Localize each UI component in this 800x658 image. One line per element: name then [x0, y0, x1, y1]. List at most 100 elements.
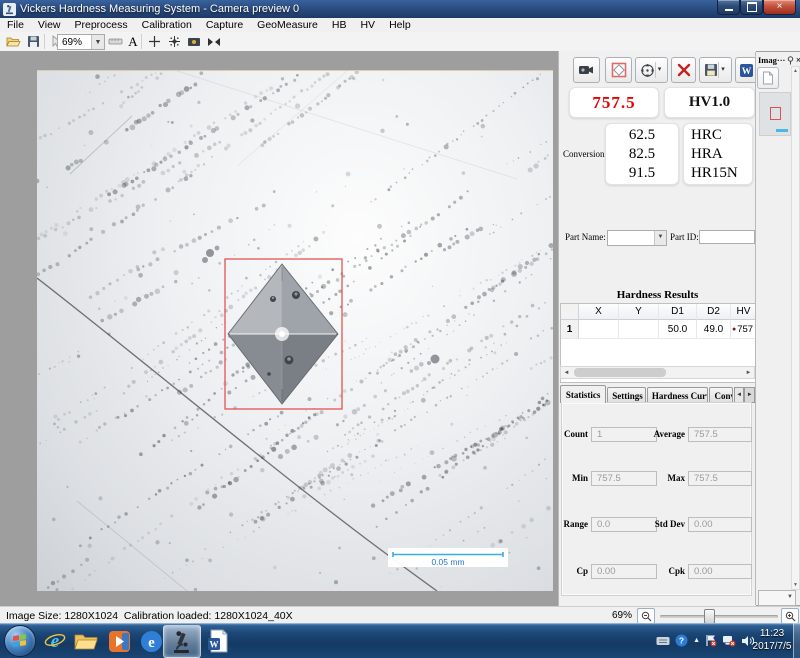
taskbar-ie-button[interactable]: e: [42, 628, 68, 654]
maximize-button[interactable]: [740, 0, 763, 15]
close-icon: ×: [777, 2, 783, 12]
count-label: Count: [562, 429, 588, 439]
scroll-right-icon[interactable]: ►: [743, 370, 754, 376]
image-list-panel: Imag··· × ▲ ▼: [755, 52, 800, 605]
menu-preprocess[interactable]: Preprocess: [68, 18, 135, 32]
zoom-slider-thumb[interactable]: [704, 609, 715, 624]
tab-settings[interactable]: Settings: [607, 387, 646, 403]
hscroll-thumb[interactable]: [574, 368, 666, 377]
micrograph-image[interactable]: 0.05 mm: [37, 70, 553, 591]
capture-frame-button[interactable]: [185, 33, 203, 50]
toolbar-separator: [44, 34, 45, 49]
cell-d1: 50.0: [659, 320, 697, 339]
menu-capture[interactable]: Capture: [199, 18, 250, 32]
show-desktop-button[interactable]: [793, 623, 800, 658]
taskbar-word-button[interactable]: W: [204, 628, 230, 654]
col-d1: D1: [659, 304, 697, 320]
scroll-left-icon[interactable]: ◄: [561, 370, 572, 376]
open-button[interactable]: [4, 33, 22, 50]
svg-text:?: ?: [679, 636, 684, 646]
network-icon[interactable]: [722, 634, 736, 647]
taskbar-media-player-button[interactable]: [106, 628, 132, 654]
video-camera-icon: [578, 64, 595, 76]
stat-row: Cp 0.00 Cpk 0.00: [562, 564, 751, 579]
minimize-icon: [725, 9, 733, 11]
width-measure-button[interactable]: [205, 33, 223, 50]
taskbar-explorer-button[interactable]: [73, 628, 99, 654]
max-label: Max: [652, 473, 685, 483]
pin-icon[interactable]: [787, 56, 794, 65]
results-header-row: X Y D1 D2 HV: [561, 304, 756, 320]
save-results-button[interactable]: ▾: [699, 57, 732, 83]
zoom-out-button[interactable]: [637, 608, 655, 624]
start-button[interactable]: [4, 625, 36, 657]
tab-scroll-right-button[interactable]: ►: [744, 387, 755, 403]
open-folder-icon: [6, 36, 21, 48]
image-list-select-arrow-icon[interactable]: ▼: [785, 591, 795, 605]
indent-detect-button[interactable]: [605, 57, 632, 83]
text-tool-button[interactable]: A: [124, 33, 142, 50]
window-controls: ×: [717, 0, 796, 15]
zoom-slider-track[interactable]: [660, 615, 778, 618]
col-x: X: [579, 304, 619, 320]
tab-statistics[interactable]: Statistics: [560, 385, 606, 403]
zoom-in-button[interactable]: [781, 608, 799, 624]
panel-close-icon[interactable]: ×: [796, 56, 800, 65]
camera-capture-button[interactable]: [573, 57, 600, 83]
part-name-arrow-icon[interactable]: ▼: [654, 231, 666, 245]
bottom-tabs: Statistics Settings Hardness Curve Conv …: [560, 385, 755, 403]
menu-hb[interactable]: HB: [325, 18, 354, 32]
tray-keyboard-icon[interactable]: [656, 636, 670, 646]
save-dropdown-icon[interactable]: ▾: [718, 62, 727, 78]
scale-bar: 0.05 mm: [388, 548, 508, 567]
part-name-select[interactable]: ▼: [607, 230, 667, 246]
image-thumbnail[interactable]: [759, 92, 791, 136]
system-tray: ? ▲: [656, 623, 754, 658]
close-button[interactable]: ×: [763, 0, 796, 15]
minimize-button[interactable]: [717, 0, 740, 15]
menu-file[interactable]: File: [0, 18, 31, 32]
menu-hv[interactable]: HV: [353, 18, 382, 32]
camera-frame-icon: [187, 37, 201, 47]
pan-dropdown-icon[interactable]: ▾: [655, 62, 664, 78]
zoom-select-arrow-icon[interactable]: ▼: [91, 35, 104, 49]
stat-row: Min 757.5 Max 757.5: [562, 471, 751, 486]
part-id-input[interactable]: [699, 230, 755, 244]
zoom-select[interactable]: 69% ▼: [57, 34, 105, 50]
tab-conversion[interactable]: Conv: [709, 387, 732, 403]
scroll-down-icon[interactable]: ▼: [792, 582, 799, 588]
average-label: Average: [652, 429, 685, 439]
tab-hardness-curve[interactable]: Hardness Curve: [647, 387, 709, 403]
range-label: Range: [562, 519, 588, 529]
magnifier-minus-icon: [641, 611, 652, 622]
pan-move-button[interactable]: ▾: [635, 57, 668, 83]
clock[interactable]: 11:23 2017/7/5: [752, 627, 792, 653]
zoom-select-value: 69%: [58, 37, 91, 48]
measure-tool-button[interactable]: [106, 33, 124, 50]
result-row[interactable]: 1 50.0 49.0 ● 757: [561, 320, 756, 339]
action-center-flag-icon[interactable]: [705, 634, 717, 647]
taskbar-browser-button[interactable]: e: [138, 628, 164, 654]
results-title: Hardness Results: [559, 289, 756, 301]
image-list-scrollbar[interactable]: ▲ ▼: [791, 66, 800, 590]
menu-calibration[interactable]: Calibration: [135, 18, 199, 32]
new-report-button[interactable]: [757, 67, 779, 89]
cell-y: [619, 320, 659, 339]
tab-scroll-left-button[interactable]: ◄: [734, 387, 745, 403]
scroll-up-icon[interactable]: ▲: [792, 68, 799, 74]
tray-expand-icon[interactable]: ▲: [693, 637, 700, 644]
save-button[interactable]: [24, 33, 42, 50]
thumbnail-scalebar: [776, 129, 788, 132]
menu-view[interactable]: View: [31, 18, 68, 32]
taskbar: e e: [0, 623, 800, 658]
crosshair-tool-button[interactable]: [165, 33, 183, 50]
measurement-panel: ▾ ▾ W: [558, 51, 756, 606]
taskbar-hardness-app-button[interactable]: [163, 625, 201, 658]
menu-geomeasure[interactable]: GeoMeasure: [250, 18, 325, 32]
results-hscrollbar[interactable]: ◄ ►: [560, 366, 755, 379]
cross-tool-button[interactable]: [145, 33, 163, 50]
image-list-select[interactable]: ▼: [758, 590, 796, 606]
delete-result-button[interactable]: [671, 57, 696, 83]
tray-help-icon[interactable]: ?: [675, 634, 688, 647]
menu-help[interactable]: Help: [382, 18, 418, 32]
